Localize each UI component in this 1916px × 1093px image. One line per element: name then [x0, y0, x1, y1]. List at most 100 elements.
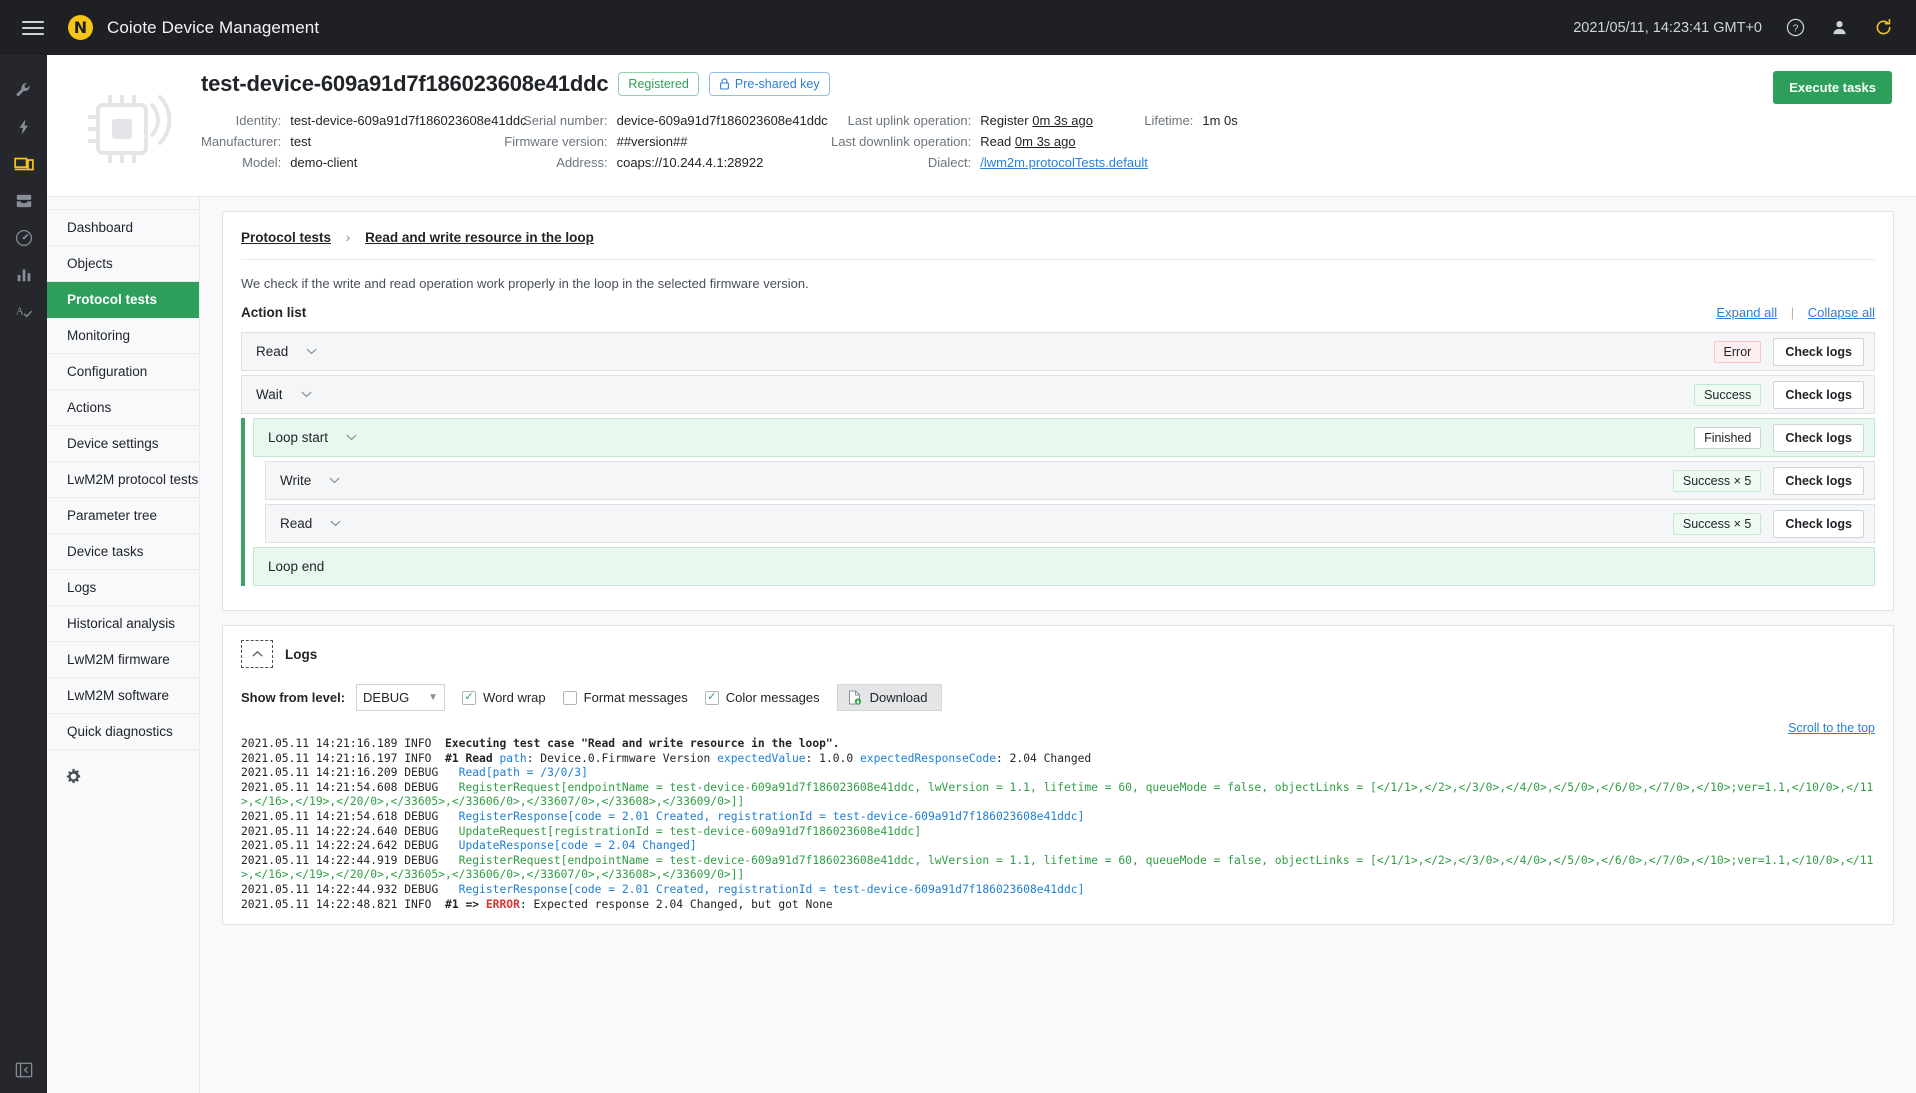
lifetime-label: Lifetime:: [1144, 113, 1194, 128]
log-timestamp: 2021.05.11 14:22:44.919: [241, 853, 405, 867]
sidebar-item-parameter-tree[interactable]: Parameter tree: [47, 498, 199, 534]
download-label: Download: [869, 690, 928, 705]
chevron-down-icon[interactable]: [330, 520, 341, 527]
scroll-to-top-link[interactable]: Scroll to the top: [1788, 721, 1875, 735]
topbar-right-group: 2021/05/11, 14:23:41 GMT+0 ?: [1573, 17, 1894, 39]
downlink-time[interactable]: 0m 3s ago: [1015, 134, 1076, 149]
sidebar-item-actions[interactable]: Actions: [47, 390, 199, 426]
log-segment: RegisterRequest[endpointName = test-devi…: [241, 853, 1874, 882]
log-segment: expectedValue: [717, 751, 806, 765]
expand-all-link[interactable]: Expand all: [1716, 305, 1777, 320]
action-status-badge: Finished: [1694, 426, 1762, 449]
format-messages-label: Format messages: [583, 690, 688, 705]
log-timestamp: 2021.05.11 14:21:16.209: [241, 766, 405, 780]
app-shell: A test-device-609a91d7f186023608e41ddc R…: [0, 55, 1916, 1093]
action-row[interactable]: Loop start Finished Check logs: [253, 418, 1875, 457]
collapse-panel-icon[interactable]: [0, 1061, 47, 1079]
manufacturer-label: Manufacturer:: [201, 134, 282, 149]
format-messages-checkbox[interactable]: Format messages: [562, 690, 688, 705]
log-segment: : Expected response 2.04 Changed, but go…: [519, 897, 833, 911]
log-timestamp: 2021.05.11 14:21:16.189: [241, 737, 405, 750]
sidebar-item-label: Parameter tree: [67, 508, 158, 523]
device-nav-list: Dashboard Objects Protocol tests Monitoring…: [47, 209, 199, 750]
sidebar-item-lwm2m-software[interactable]: LwM2M software: [47, 678, 199, 714]
sidebar-item-device-settings[interactable]: Device settings: [47, 426, 199, 462]
chevron-down-icon: ▼: [428, 692, 439, 703]
sidebar-item-lwm2m-protocol-tests[interactable]: LwM2M protocol tests: [47, 462, 199, 498]
device-meta: test-device-609a91d7f186023608e41ddc Reg…: [201, 71, 1892, 170]
bar-chart-icon[interactable]: [0, 256, 47, 293]
log-level: INFO: [404, 897, 439, 911]
sidebar-item-lwm2m-firmware[interactable]: LwM2M firmware: [47, 642, 199, 678]
action-row[interactable]: Write Success × 5 Check logs: [265, 461, 1875, 500]
breadcrumb-protocol-tests[interactable]: Protocol tests: [241, 230, 331, 245]
log-segment: Read[path = /3/0/3]: [438, 766, 588, 780]
user-icon[interactable]: [1828, 17, 1850, 39]
identity-label: Identity:: [235, 113, 282, 128]
chevron-down-icon[interactable]: [346, 434, 357, 441]
inbox-icon[interactable]: [0, 182, 47, 219]
action-label: Loop end: [268, 559, 325, 574]
action-row[interactable]: Loop end: [253, 547, 1875, 586]
log-output[interactable]: 2021.05.11 14:21:16.189 INFO Executing t…: [241, 733, 1875, 924]
device-monitor-icon[interactable]: [0, 145, 47, 182]
action-row[interactable]: Read Success × 5 Check logs: [265, 504, 1875, 543]
check-logs-button[interactable]: Check logs: [1773, 466, 1864, 495]
wrench-icon[interactable]: [0, 71, 47, 108]
log-line: 2021.05.11 14:22:44.919 DEBUG RegisterRe…: [241, 854, 1875, 883]
bolt-icon[interactable]: [0, 108, 47, 145]
log-line: 2021.05.11 14:21:16.197 INFO #1 Read pat…: [241, 752, 1875, 767]
sidebar-item-monitoring[interactable]: Monitoring: [47, 318, 199, 354]
log-level-select[interactable]: DEBUG ▼: [356, 684, 446, 711]
check-logs-button[interactable]: Check logs: [1773, 380, 1864, 409]
svg-text:A: A: [15, 305, 23, 317]
log-level-value: DEBUG: [363, 690, 410, 705]
sidebar-item-protocol-tests[interactable]: Protocol tests: [47, 282, 199, 318]
gear-icon[interactable]: [47, 768, 199, 788]
action-label: Loop start: [268, 430, 329, 445]
download-button[interactable]: Download: [836, 684, 943, 711]
coiote-logo-icon: N: [68, 15, 93, 40]
action-row[interactable]: Read Error Check logs: [241, 332, 1875, 371]
uplink-operation: Register: [980, 113, 1029, 128]
action-status-badge: Success: [1694, 383, 1762, 406]
chevron-down-icon[interactable]: [306, 348, 317, 355]
uplink-time[interactable]: 0m 3s ago: [1032, 113, 1093, 128]
sidebar-item-objects[interactable]: Objects: [47, 246, 199, 282]
sidebar-item-quick-diagnostics[interactable]: Quick diagnostics: [47, 714, 199, 750]
action-status-badge: Success × 5: [1672, 469, 1762, 492]
loop-group: Loop start Finished Check logs Write Success…: [241, 418, 1875, 586]
sidebar-item-logs[interactable]: Logs: [47, 570, 199, 606]
check-logs-button[interactable]: Check logs: [1773, 509, 1864, 538]
action-row[interactable]: Wait Success Check logs: [241, 375, 1875, 414]
chevron-down-icon[interactable]: [329, 477, 340, 484]
help-circle-icon[interactable]: ?: [1784, 17, 1806, 39]
action-list: Read Error Check logs Wait Success Check logs…: [241, 332, 1875, 586]
firmware-value: ##version##: [616, 134, 688, 149]
chevron-up-icon[interactable]: [241, 640, 273, 668]
collapse-all-link[interactable]: Collapse all: [1808, 305, 1875, 320]
log-timestamp: 2021.05.11 14:22:24.640: [241, 824, 405, 838]
logs-filter-bar: Show from level: DEBUG ▼ ✓ Word wrap For…: [241, 684, 1875, 711]
log-timestamp: 2021.05.11 14:21:54.608: [241, 780, 405, 794]
sidebar-item-label: Monitoring: [67, 328, 131, 343]
spellcheck-icon[interactable]: A: [0, 293, 47, 330]
chevron-down-icon[interactable]: [301, 391, 312, 398]
log-timestamp: 2021.05.11 14:22:24.642: [241, 839, 405, 853]
body-split: Dashboard Objects Protocol tests Monitoring…: [47, 197, 1916, 1093]
execute-tasks-button[interactable]: Execute tasks: [1773, 71, 1892, 104]
check-logs-button[interactable]: Check logs: [1773, 423, 1864, 452]
sidebar-item-historical-analysis[interactable]: Historical analysis: [47, 606, 199, 642]
log-line: 2021.05.11 14:21:54.618 DEBUG RegisterRe…: [241, 810, 1875, 825]
log-segment: UpdateRequest[registrationId = test-devi…: [438, 824, 922, 838]
word-wrap-checkbox[interactable]: ✓ Word wrap: [462, 690, 546, 705]
sidebar-item-dashboard[interactable]: Dashboard: [47, 209, 199, 246]
gauge-icon[interactable]: [0, 219, 47, 256]
sidebar-item-device-tasks[interactable]: Device tasks: [47, 534, 199, 570]
color-messages-checkbox[interactable]: ✓ Color messages: [704, 690, 820, 705]
breadcrumb-current[interactable]: Read and write resource in the loop: [365, 230, 594, 245]
hamburger-icon[interactable]: [22, 20, 44, 35]
sidebar-item-configuration[interactable]: Configuration: [47, 354, 199, 390]
check-logs-button[interactable]: Check logs: [1773, 337, 1864, 366]
refresh-icon[interactable]: [1872, 17, 1894, 39]
